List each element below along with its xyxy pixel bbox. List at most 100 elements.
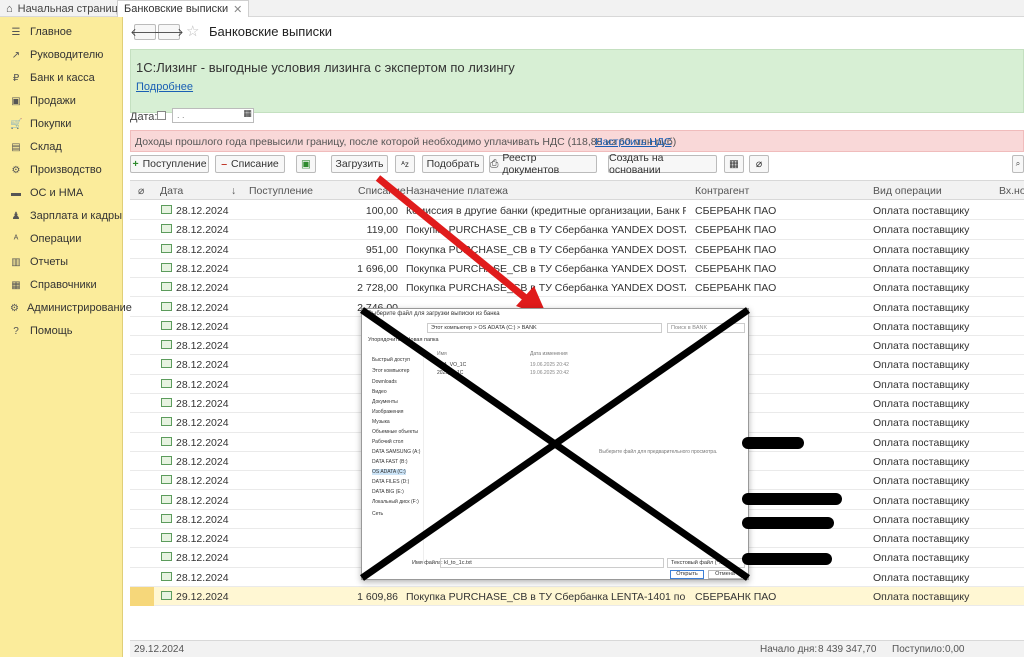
sidebar-item-admin[interactable]: ⚙ Администрирование — [0, 297, 132, 319]
create-based-button[interactable]: Создать на основании — [608, 152, 717, 176]
col-expense[interactable]: Списание — [358, 185, 406, 197]
bank-document-icon — [161, 378, 172, 388]
sidebar-item-help[interactable]: ? Помощь — [0, 320, 123, 342]
sidebar-item-manager[interactable]: ↗ Руководителю — [0, 44, 123, 66]
tree-item[interactable]: Изображения — [372, 409, 403, 415]
tree-item[interactable]: Музыка — [372, 419, 390, 425]
expense-button[interactable]: – Списание — [215, 155, 285, 173]
tree-item[interactable]: DATA SAMSUNG (A:) — [372, 449, 420, 455]
registry-button[interactable]: ⎙ Реестр документов — [489, 152, 597, 176]
setup-vat-link[interactable]: Настроить НДС — [595, 136, 672, 148]
dialog-search-input[interactable]: Поиск в BANK — [667, 323, 745, 333]
table-row[interactable]: 28.12.2024 951,00 Покупка PURCHASE_CB в ТУ… — [130, 240, 1024, 259]
attach-button[interactable]: ⌀ — [749, 155, 769, 173]
favorite-star-icon[interactable]: ☆ — [186, 22, 199, 40]
dialog-address-bar[interactable]: Этот компьютер > OS ADATA (C:) > BANK — [427, 323, 662, 333]
dialog-filename-input[interactable]: kl_to_1c.txt — [440, 558, 664, 568]
search-button[interactable]: ⌕ — [1012, 155, 1024, 173]
table-header: ⌀ Дата ↓ Поступление Списание Назначение… — [130, 181, 1024, 200]
tree-item[interactable]: DATA BIG (E:) — [372, 489, 404, 495]
dialog-folder-tree: Быстрый доступ Этот компьютер Downloads … — [366, 353, 424, 563]
dialog-toolbar[interactable]: Упорядочить ▾ Новая папка — [368, 337, 439, 343]
post-button[interactable]: ▣ — [296, 155, 316, 173]
sidebar-item-sales[interactable]: ▣ Продажи — [0, 90, 123, 112]
sidebar-item-operations[interactable]: ᴬ Операции — [0, 228, 123, 250]
search-icon: ⌕ — [1015, 159, 1021, 168]
tree-item[interactable]: Документы — [372, 399, 398, 405]
person-icon: ♟ — [11, 210, 21, 222]
sidebar-item-reports[interactable]: ▥ Отчеты — [0, 251, 123, 273]
bank-document-icon — [161, 455, 172, 465]
sidebar-item-label: Склад — [30, 141, 62, 153]
tree-item[interactable]: Объемные объекты — [372, 429, 418, 435]
sidebar-item-production[interactable]: ⚙ Производство — [0, 159, 123, 181]
banner-more-link[interactable]: Подробнее — [136, 81, 193, 93]
dialog-col-name[interactable]: Имя — [437, 351, 447, 357]
table-row[interactable]: 28.12.2024 1 696,00 Покупка PURCHASE_CB в … — [130, 259, 1024, 279]
tree-item-selected[interactable]: OS ADATA (C:) — [372, 469, 406, 475]
match-button[interactable]: Подобрать — [422, 155, 484, 173]
dialog-preview-text: Выберите файл для предварительного просм… — [599, 449, 718, 455]
sidebar-item-main[interactable]: ☰ Главное — [0, 21, 123, 43]
col-income[interactable]: Поступление — [249, 185, 313, 197]
date-filter-checkbox[interactable] — [157, 111, 166, 120]
dialog-cancel-button[interactable]: Отмена — [708, 570, 742, 579]
cell-date: 28.12.2024 — [176, 513, 229, 526]
forward-button[interactable]: 🡒 — [154, 24, 184, 40]
tab-home[interactable]: ⌂ Начальная страница — [0, 0, 130, 17]
totals-footer: 29.12.2024 Начало дня: 8 439 347,70 Пост… — [130, 640, 1024, 657]
col-purpose[interactable]: Назначение платежа — [406, 185, 508, 197]
expense-button-label: Списание — [231, 158, 279, 170]
table-row[interactable]: 28.12.2024 2 728,00 Покупка PURCHASE_CB в … — [130, 278, 1024, 298]
sidebar-item-catalogs[interactable]: ▦ Справочники — [0, 274, 123, 296]
cell-purpose: Покупка PURCHASE_CB в ТУ Сбербанка YANDE… — [406, 224, 686, 237]
report-button[interactable]: ▦ — [724, 155, 744, 173]
load-button[interactable]: Загрузить — [331, 155, 388, 173]
table-row[interactable]: 28.12.2024 119,00 Покупка PURCHASE_CB в ТУ… — [130, 220, 1024, 240]
sidebar-item-warehouse[interactable]: ▤ Склад — [0, 136, 123, 158]
close-icon[interactable]: ✕ — [233, 3, 242, 16]
col-date[interactable]: Дата — [160, 185, 183, 197]
dialog-open-button[interactable]: Открыть — [670, 570, 704, 579]
dialog-col-date[interactable]: Дата изменения — [530, 351, 568, 357]
dialog-filetype-select[interactable]: Текстовый файл (*.txt) — [667, 558, 745, 568]
menu-icon: ☰ — [11, 26, 21, 38]
tree-item[interactable]: Быстрый доступ — [372, 357, 410, 363]
income-button[interactable]: + Поступление — [130, 155, 209, 173]
tree-item[interactable]: Рабочий стол — [372, 439, 403, 445]
tree-item[interactable]: Локальный диск (F:) — [372, 499, 419, 505]
tree-item[interactable]: Этот компьютер — [372, 368, 409, 374]
cell-date: 28.12.2024 — [176, 224, 229, 237]
tree-item[interactable]: DATA FAST (B:) — [372, 459, 408, 465]
footer-start-value: 8 439 347,70 — [818, 644, 877, 655]
sidebar-item-bank[interactable]: ₽ Банк и касса — [0, 67, 123, 89]
registry-button-label: Реестр документов — [502, 152, 560, 176]
bank-document-icon — [161, 475, 172, 485]
sidebar-item-assets[interactable]: ▬ ОС и НМА — [0, 182, 123, 204]
cell-expense: 2 728,00 — [357, 282, 398, 295]
cell-expense: 951,00 — [365, 243, 398, 256]
sidebar-item-label: Помощь — [30, 325, 73, 337]
tree-item[interactable]: Видео — [372, 389, 387, 395]
tree-item[interactable]: DATA FILES (D:) — [372, 479, 409, 485]
col-incoming-no[interactable]: Вх.номер — [999, 185, 1024, 197]
col-operation[interactable]: Вид операции — [873, 185, 942, 197]
sidebar-item-purchases[interactable]: 🛒 Покупки — [0, 113, 123, 135]
table-row[interactable]: 28.12.2024 100,00 Комиссия в другие банки … — [130, 201, 1024, 221]
col-counterparty[interactable]: Контрагент — [695, 185, 749, 197]
file-item[interactable]: SKA_VO_1C — [437, 362, 466, 368]
bank-document-icon — [161, 320, 172, 330]
tree-item[interactable]: Сеть — [372, 511, 383, 517]
file-item[interactable]: 2025_B_1C — [437, 370, 463, 376]
calendar-icon[interactable]: ▦ — [241, 108, 254, 123]
cell-expense: 100,00 — [365, 205, 398, 217]
tree-item[interactable]: Downloads — [372, 379, 397, 385]
sort-button[interactable]: ᴬᴢ — [395, 155, 415, 173]
cell-purpose: Комиссия в другие банки (кредитные орган… — [406, 205, 686, 217]
back-button[interactable]: 🡐 — [130, 24, 160, 40]
sidebar-item-label: Руководителю — [30, 49, 104, 61]
file-date: 19.06.2025 20:42 — [530, 362, 569, 368]
tab-bank-statements[interactable]: Банковские выписки ✕ — [117, 0, 250, 17]
table-row[interactable]: 29.12.2024 1 609,86 Покупка PURCHASE_CB в … — [130, 587, 1024, 607]
sidebar-item-salary[interactable]: ♟ Зарплата и кадры — [0, 205, 123, 227]
